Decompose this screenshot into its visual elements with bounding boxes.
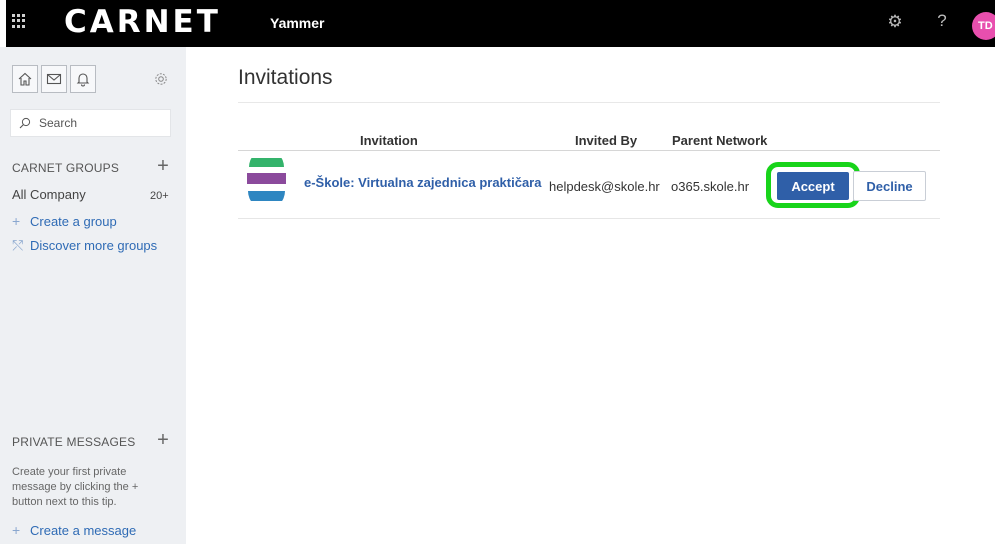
divider xyxy=(238,102,940,103)
column-header-invitation: Invitation xyxy=(360,133,418,148)
create-group-link[interactable]: + Create a group xyxy=(12,213,117,229)
decline-button[interactable]: Decline xyxy=(853,171,926,201)
notifications-icon xyxy=(76,73,90,87)
help-icon[interactable]: ? xyxy=(932,10,952,32)
create-group-label: Create a group xyxy=(30,213,117,229)
home-button[interactable] xyxy=(12,65,38,93)
plus-icon: + xyxy=(12,213,21,229)
plus-icon: + xyxy=(12,522,21,538)
inbox-icon xyxy=(46,73,62,85)
avatar[interactable]: TD xyxy=(972,12,995,40)
app-name[interactable]: Yammer xyxy=(270,15,324,31)
gear-icon[interactable] xyxy=(153,71,169,87)
discover-groups-link[interactable]: ⤲ Discover more groups xyxy=(12,237,157,254)
search-input[interactable] xyxy=(39,116,159,130)
groups-heading: CARNET GROUPS xyxy=(12,161,120,175)
nav-icon-bar xyxy=(12,65,96,93)
search-box[interactable] xyxy=(10,109,171,137)
add-group-icon[interactable]: + xyxy=(155,156,171,176)
parent-network-value: o365.skole.hr xyxy=(671,179,750,194)
search-icon xyxy=(19,117,31,129)
top-bar: CARNET Yammer ⚙ ? TD xyxy=(6,0,995,47)
private-messages-heading: PRIVATE MESSAGES xyxy=(12,435,136,449)
divider xyxy=(238,150,940,151)
inbox-button[interactable] xyxy=(41,65,67,93)
add-message-icon[interactable]: + xyxy=(155,430,171,450)
brand-logo[interactable]: CARNET xyxy=(64,4,221,40)
gear-icon[interactable]: ⚙ xyxy=(884,11,906,33)
yammer-window: CARNET Yammer ⚙ ? TD CARNET GROUPS + All… xyxy=(0,0,995,544)
invited-by-value: helpdesk@skole.hr xyxy=(549,179,660,194)
page-title: Invitations xyxy=(238,66,333,89)
group-logo-icon[interactable] xyxy=(247,158,286,201)
group-item-label[interactable]: All Company xyxy=(12,187,86,202)
left-sidebar: CARNET GROUPS + All Company 20+ + Create… xyxy=(0,47,186,544)
divider xyxy=(238,218,940,219)
column-header-invited-by: Invited By xyxy=(575,133,638,148)
column-header-parent-network: Parent Network xyxy=(672,133,768,148)
discover-groups-label: Discover more groups xyxy=(30,238,158,253)
private-messages-tip: Create your first private message by cli… xyxy=(12,466,139,508)
group-item-count: 20+ xyxy=(150,190,169,202)
notifications-button[interactable] xyxy=(70,65,96,93)
create-message-label: Create a message xyxy=(30,522,137,538)
invitation-group-name[interactable]: e-Škole: Virtualna zajednica praktičara xyxy=(304,175,541,190)
accept-button[interactable]: Accept xyxy=(777,172,849,200)
create-message-link[interactable]: + Create a message xyxy=(12,522,136,538)
home-icon xyxy=(18,72,32,86)
discover-icon: ⤲ xyxy=(12,237,24,253)
app-launcher-icon[interactable] xyxy=(12,14,26,28)
